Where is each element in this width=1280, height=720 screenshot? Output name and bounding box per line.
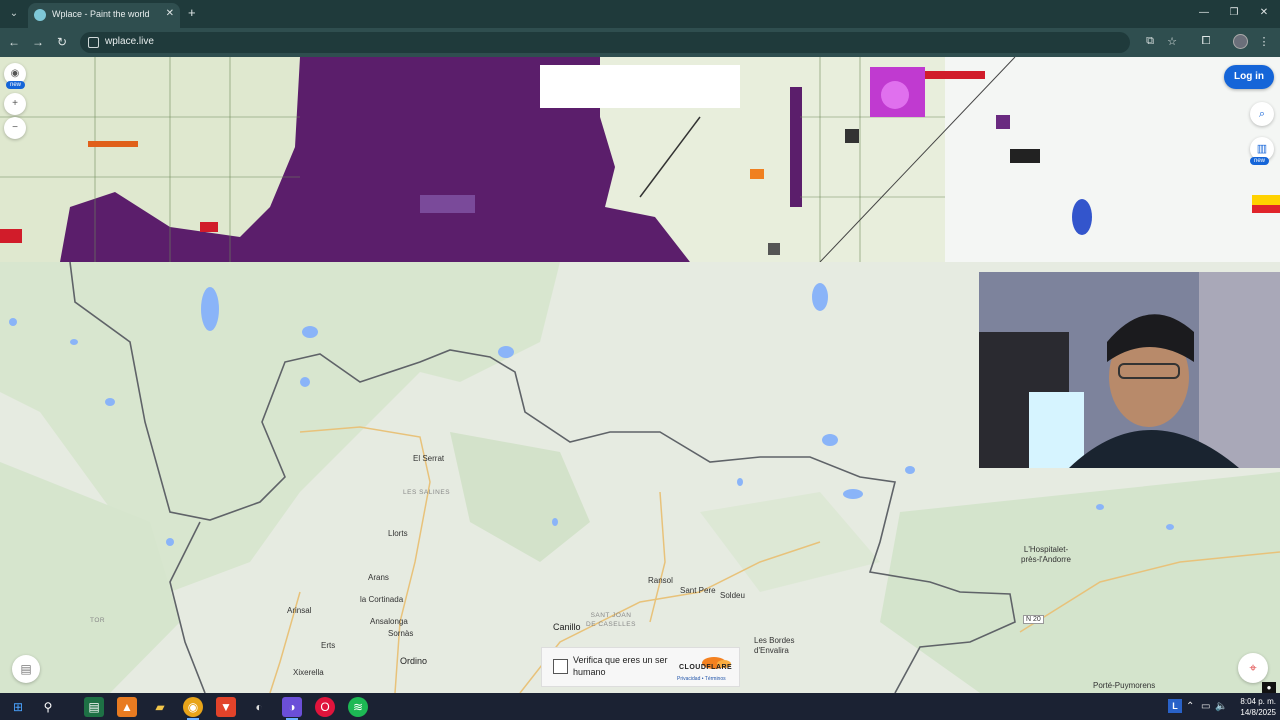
forward-icon[interactable]: → (30, 35, 46, 49)
new-tab-button[interactable]: + (188, 5, 196, 20)
palette-toggle-button[interactable]: ▤ (12, 655, 40, 683)
close-window-icon[interactable]: ✕ (1254, 7, 1274, 18)
map-label-erts: Erts (321, 641, 336, 650)
zoom-out-button[interactable]: − (4, 117, 26, 139)
map-label-arinsal: Arinsal (287, 606, 312, 615)
tab-close-icon[interactable]: ✕ (166, 8, 174, 19)
new-badge-right: new (1250, 157, 1270, 165)
captcha-text: Verifica que eres un ser humano (573, 655, 668, 677)
map-label-la-cortinada: la Cortinada (360, 595, 404, 604)
profile-avatar[interactable] (1233, 34, 1248, 49)
map-label-ordino: Ordino (400, 656, 428, 666)
opera-icon[interactable]: O (315, 697, 335, 717)
bookmark-star-icon[interactable]: ☆ (1164, 35, 1180, 48)
captcha-checkbox[interactable] (553, 659, 568, 674)
discord-icon[interactable]: ◑ (282, 697, 302, 720)
map-label-soldeu: Soldeu (720, 591, 745, 600)
map-label-sornas: Sornàs (388, 629, 414, 638)
wplace-page: El Serrat LES SALINES Llorts Arans la Co… (0, 57, 1280, 693)
windows-start-icon[interactable]: ⊞ (8, 697, 28, 717)
tab-wplace[interactable]: Wplace - Paint the world ✕ (28, 3, 180, 28)
tab-search-icon[interactable]: ⌄ (6, 6, 22, 22)
map-label-porte-puymorens: Porté-Puymorens (1093, 681, 1156, 690)
network-icon[interactable]: ▭ (1201, 701, 1210, 712)
reload-icon[interactable]: ↻ (54, 35, 70, 49)
map-label-sant-pere: Sant Pere (680, 586, 716, 595)
tab-title: Wplace - Paint the world (52, 9, 150, 19)
new-badge-left: new (6, 81, 26, 89)
mic-icon: ● (1262, 682, 1276, 693)
locate-me-icon[interactable]: ⌖ (1238, 653, 1268, 683)
tray-chevron-icon[interactable]: ⌃ (1186, 701, 1194, 712)
map-label-les-salines: LES SALINES (403, 489, 451, 496)
brave-icon[interactable]: ▼ (216, 697, 236, 717)
extensions-icon[interactable]: ⧠ (1198, 35, 1214, 48)
map-label-el-serrat: El Serrat (413, 454, 445, 463)
terminal-app-icon[interactable]: ▤ (84, 697, 104, 717)
browser-tab-bar: ⌄ Wplace - Paint the world ✕ + — ❐ ✕ (0, 0, 1280, 28)
clock-time: 8:04 p. m. (1240, 697, 1276, 706)
cloudflare-brand: CLOUDFLARE (679, 664, 733, 671)
globe-favicon-icon (34, 9, 46, 21)
address-bar[interactable]: wplace.live (80, 32, 1130, 53)
webcam-overlay (979, 272, 1280, 468)
map-label-ansalonga: Ansalonga (370, 617, 408, 626)
blank-banner (540, 65, 740, 108)
install-app-icon[interactable]: ⧉ (1142, 35, 1158, 48)
map-label-lhospitalet: L'Hospitalet-près-l'Andorre (1021, 545, 1071, 564)
map-label-arans: Arans (368, 573, 389, 582)
taskbar-clock[interactable]: 8:04 p. m. 14/8/2025 (1232, 696, 1276, 718)
search-icon[interactable]: ⚲ (38, 697, 58, 717)
browser-toolbar: ← → ↻ wplace.live ⧉ ☆ ⧠ ⋮ (0, 28, 1280, 57)
app-icon[interactable]: ◐ (249, 697, 269, 717)
map-label-sant-joan-de-caselles: SANT JOAN DE CASELLES (586, 612, 636, 628)
back-icon[interactable]: ← (6, 35, 22, 49)
search-location-icon[interactable]: ⌕ (1250, 102, 1274, 126)
clock-date: 14/8/2025 (1240, 708, 1276, 717)
map-label-les-bordes-denvalira: Les Bordes d'Envalira (754, 636, 795, 655)
map-label-xixerella: Xixerella (293, 668, 324, 677)
minimize-icon[interactable]: — (1194, 7, 1214, 18)
login-button[interactable]: Log in (1224, 65, 1274, 89)
map-label-road-n20: N 20 (1023, 615, 1044, 624)
zoom-in-button[interactable]: + (4, 93, 26, 115)
map-label-canillo: Canillo (553, 622, 581, 632)
file-explorer-icon[interactable]: ▰ (150, 697, 170, 717)
cloudflare-captcha: Verifica que eres un ser humano CLOUDFLA… (541, 647, 740, 687)
site-info-icon[interactable] (88, 37, 99, 48)
volume-icon[interactable]: 🔈 (1215, 701, 1227, 712)
chrome-icon[interactable]: ◉ (183, 697, 203, 720)
language-indicator[interactable]: L (1168, 699, 1182, 713)
captcha-links[interactable]: Privacidad • Términos (677, 676, 726, 682)
spotify-icon[interactable]: ≋ (348, 697, 368, 717)
map-label-ransol: Ransol (648, 576, 673, 585)
map-label-tor: TOR (90, 617, 106, 624)
map-label-llorts: Llorts (388, 529, 408, 538)
orange-app-icon[interactable]: ▲ (117, 697, 137, 717)
restore-icon[interactable]: ❐ (1224, 7, 1244, 18)
windows-taskbar: ⊞ ⚲ ▤ ▲ ▰ ◉ ▼ ◐ ◑ O ≋ L ⌃ ▭ 🔈 8:04 p. m.… (0, 693, 1280, 720)
browser-menu-icon[interactable]: ⋮ (1256, 35, 1272, 48)
url-text: wplace.live (105, 36, 154, 47)
